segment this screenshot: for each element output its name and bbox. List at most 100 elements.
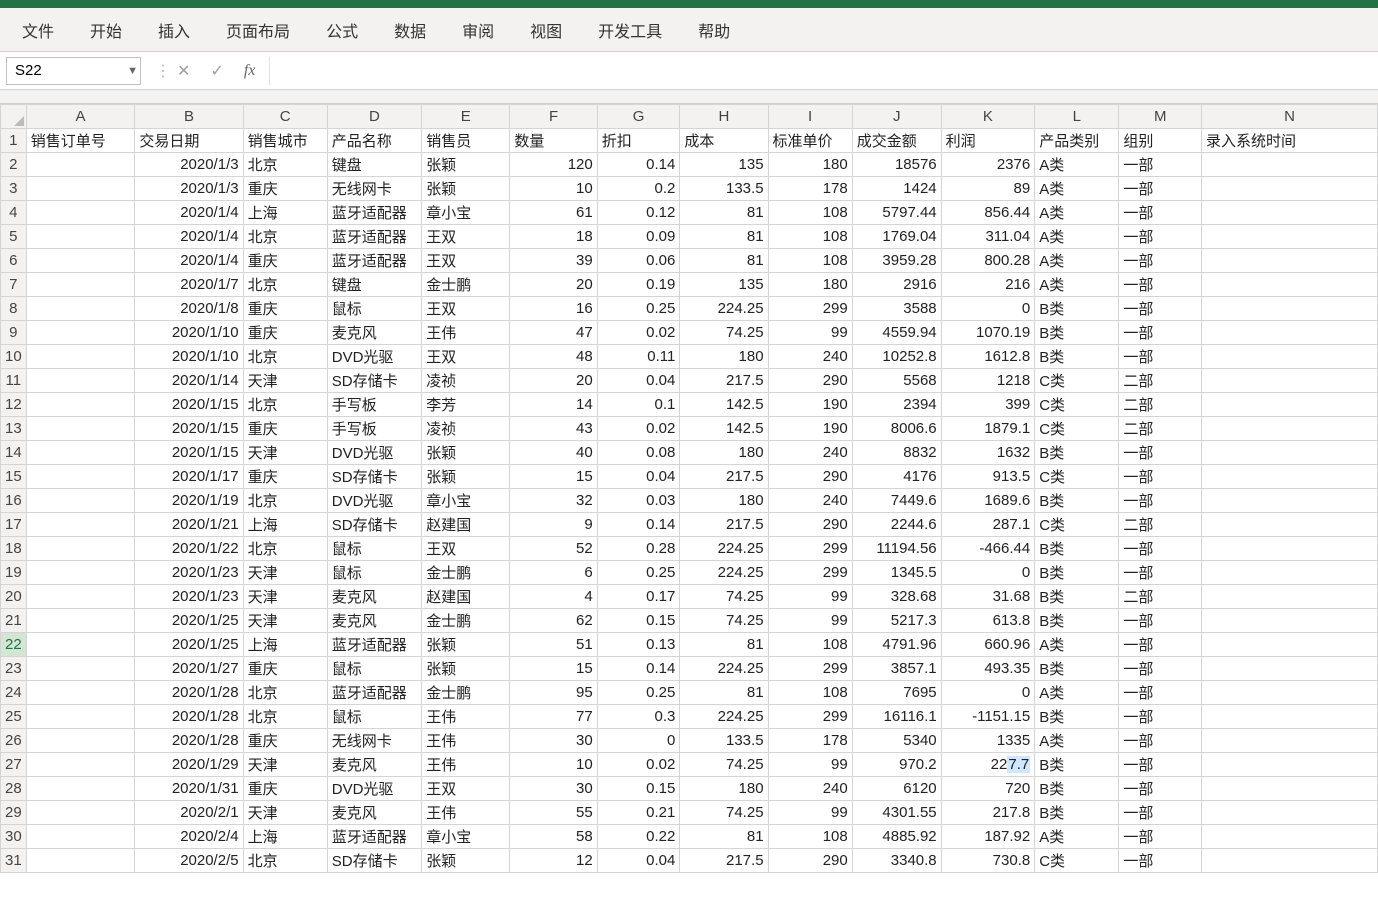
name-box[interactable]: S22 ▼ (6, 57, 141, 85)
cell-E16[interactable]: 章小宝 (422, 489, 510, 513)
fx-icon[interactable]: fx (244, 62, 256, 80)
row-header[interactable]: 28 (1, 777, 27, 801)
cell-G20[interactable]: 0.17 (597, 585, 680, 609)
cell-H3[interactable]: 133.5 (680, 177, 768, 201)
cell-A21[interactable] (26, 609, 135, 633)
cell-D16[interactable]: DVD光驱 (327, 489, 421, 513)
cell-A30[interactable] (26, 825, 135, 849)
select-all-triangle[interactable] (1, 105, 27, 129)
cell-J1[interactable]: 成交金额 (852, 129, 941, 153)
cell-N12[interactable] (1202, 393, 1378, 417)
cell-D21[interactable]: 麦克风 (327, 609, 421, 633)
tab-developer[interactable]: 开发工具 (580, 8, 680, 51)
cell-C2[interactable]: 北京 (243, 153, 327, 177)
cell-M25[interactable]: 一部 (1119, 705, 1202, 729)
cell-A2[interactable] (26, 153, 135, 177)
cell-H26[interactable]: 133.5 (680, 729, 768, 753)
cell-E20[interactable]: 赵建国 (422, 585, 510, 609)
cell-D30[interactable]: 蓝牙适配器 (327, 825, 421, 849)
cell-A6[interactable] (26, 249, 135, 273)
cell-J6[interactable]: 3959.28 (852, 249, 941, 273)
cell-N20[interactable] (1202, 585, 1378, 609)
cell-J4[interactable]: 5797.44 (852, 201, 941, 225)
cell-I11[interactable]: 290 (768, 369, 852, 393)
cell-L5[interactable]: A类 (1035, 225, 1119, 249)
cell-A31[interactable] (26, 849, 135, 873)
cell-N14[interactable] (1202, 441, 1378, 465)
cell-K8[interactable]: 0 (941, 297, 1035, 321)
cell-D22[interactable]: 蓝牙适配器 (327, 633, 421, 657)
row-header[interactable]: 19 (1, 561, 27, 585)
cell-H21[interactable]: 74.25 (680, 609, 768, 633)
cell-L28[interactable]: B类 (1035, 777, 1119, 801)
cell-H2[interactable]: 135 (680, 153, 768, 177)
cell-A17[interactable] (26, 513, 135, 537)
cell-C28[interactable]: 重庆 (243, 777, 327, 801)
cell-L15[interactable]: C类 (1035, 465, 1119, 489)
cell-J20[interactable]: 328.68 (852, 585, 941, 609)
cell-E21[interactable]: 金士鹏 (422, 609, 510, 633)
column-header-M[interactable]: M (1119, 105, 1202, 129)
cell-I12[interactable]: 190 (768, 393, 852, 417)
cell-H28[interactable]: 180 (680, 777, 768, 801)
cell-F14[interactable]: 40 (510, 441, 597, 465)
cell-C20[interactable]: 天津 (243, 585, 327, 609)
cell-C24[interactable]: 北京 (243, 681, 327, 705)
cell-N10[interactable] (1202, 345, 1378, 369)
cell-M28[interactable]: 一部 (1119, 777, 1202, 801)
cell-N2[interactable] (1202, 153, 1378, 177)
cell-K29[interactable]: 217.8 (941, 801, 1035, 825)
cell-G26[interactable]: 0 (597, 729, 680, 753)
cell-E14[interactable]: 张颖 (422, 441, 510, 465)
cell-B6[interactable]: 2020/1/4 (135, 249, 243, 273)
cell-J30[interactable]: 4885.92 (852, 825, 941, 849)
cell-B17[interactable]: 2020/1/21 (135, 513, 243, 537)
cell-M22[interactable]: 一部 (1119, 633, 1202, 657)
cell-D15[interactable]: SD存储卡 (327, 465, 421, 489)
cell-K22[interactable]: 660.96 (941, 633, 1035, 657)
cell-D20[interactable]: 麦克风 (327, 585, 421, 609)
tab-pagelayout[interactable]: 页面布局 (208, 8, 308, 51)
chevron-down-icon[interactable]: ▼ (127, 65, 138, 77)
cell-J28[interactable]: 6120 (852, 777, 941, 801)
cell-I17[interactable]: 290 (768, 513, 852, 537)
row-header[interactable]: 18 (1, 537, 27, 561)
cell-B5[interactable]: 2020/1/4 (135, 225, 243, 249)
cell-L16[interactable]: B类 (1035, 489, 1119, 513)
cell-B21[interactable]: 2020/1/25 (135, 609, 243, 633)
cell-G14[interactable]: 0.08 (597, 441, 680, 465)
cell-M18[interactable]: 一部 (1119, 537, 1202, 561)
cell-G3[interactable]: 0.2 (597, 177, 680, 201)
cell-E26[interactable]: 王伟 (422, 729, 510, 753)
cell-I14[interactable]: 240 (768, 441, 852, 465)
cell-M8[interactable]: 一部 (1119, 297, 1202, 321)
row-header[interactable]: 8 (1, 297, 27, 321)
cell-N5[interactable] (1202, 225, 1378, 249)
cell-H1[interactable]: 成本 (680, 129, 768, 153)
cell-G15[interactable]: 0.04 (597, 465, 680, 489)
spreadsheet-grid[interactable]: ABCDEFGHIJKLMN 1销售订单号交易日期销售城市产品名称销售员数量折扣… (0, 104, 1378, 912)
cell-D29[interactable]: 麦克风 (327, 801, 421, 825)
cell-H15[interactable]: 217.5 (680, 465, 768, 489)
cell-D9[interactable]: 麦克风 (327, 321, 421, 345)
cell-H13[interactable]: 142.5 (680, 417, 768, 441)
cell-E7[interactable]: 金士鹏 (422, 273, 510, 297)
row-header[interactable]: 7 (1, 273, 27, 297)
cell-F19[interactable]: 6 (510, 561, 597, 585)
cell-M27[interactable]: 一部 (1119, 753, 1202, 777)
cell-K5[interactable]: 311.04 (941, 225, 1035, 249)
cell-F17[interactable]: 9 (510, 513, 597, 537)
cell-M15[interactable]: 一部 (1119, 465, 1202, 489)
cell-I1[interactable]: 标准单价 (768, 129, 852, 153)
formula-input[interactable] (269, 57, 1378, 85)
cell-K3[interactable]: 89 (941, 177, 1035, 201)
cell-E19[interactable]: 金士鹏 (422, 561, 510, 585)
cell-M30[interactable]: 一部 (1119, 825, 1202, 849)
cell-J27[interactable]: 970.2 (852, 753, 941, 777)
cell-N25[interactable] (1202, 705, 1378, 729)
cell-H23[interactable]: 224.25 (680, 657, 768, 681)
cell-F18[interactable]: 52 (510, 537, 597, 561)
cell-A28[interactable] (26, 777, 135, 801)
cell-M20[interactable]: 二部 (1119, 585, 1202, 609)
cell-L10[interactable]: B类 (1035, 345, 1119, 369)
